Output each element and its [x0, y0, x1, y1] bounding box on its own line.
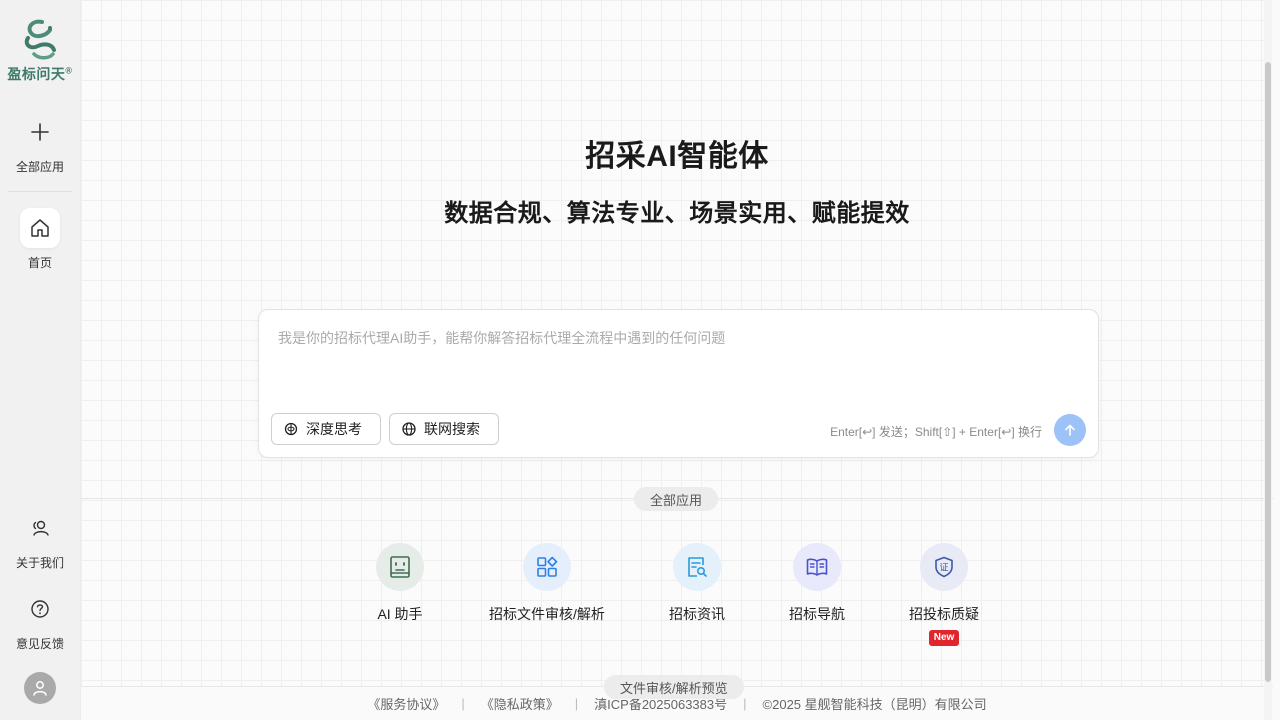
app-label: 招标文件审核/解析: [489, 606, 605, 622]
web-search-label: 联网搜索: [424, 421, 480, 437]
all-apps-section-label: 全部应用: [634, 487, 719, 511]
sidebar-item-label: 意见反馈: [15, 637, 64, 651]
home-icon: [31, 219, 49, 237]
app-bid-news[interactable]: 招标资讯: [669, 543, 725, 624]
new-badge: New: [928, 630, 960, 646]
footer-separator: |: [461, 696, 465, 711]
sidebar-item-all-apps[interactable]: 全部应用: [16, 112, 64, 175]
sidebar-item-label: 关于我们: [15, 556, 64, 570]
footer-separator: |: [574, 696, 579, 711]
plus-icon: [31, 123, 49, 141]
chat-input[interactable]: [278, 328, 1078, 408]
svg-text:证: 证: [939, 563, 948, 574]
doc-search-icon: [688, 557, 707, 577]
app-label: AI 助手: [377, 606, 423, 622]
robot-face-icon: [390, 556, 410, 578]
arrow-up-icon: [1065, 424, 1075, 436]
send-button[interactable]: [1054, 414, 1086, 446]
scrollbar[interactable]: [1264, 0, 1272, 720]
help-circle-icon: [31, 600, 49, 618]
sidebar-item-feedback[interactable]: 意见反馈: [16, 589, 64, 652]
web-search-button[interactable]: 联网搜索: [389, 413, 499, 445]
sidebar-item-label: 首页: [27, 256, 52, 270]
app-bid-navigation[interactable]: 招标导航: [789, 543, 845, 624]
registered-mark: ®: [65, 65, 73, 76]
keyboard-hint: Enter[↩] 发送；Shift[⇧] + Enter[↩] 换行: [830, 425, 1042, 439]
grid-apps-icon: [537, 556, 558, 577]
main-content: 招采AI智能体 数据合规、算法专业、场景实用、赋能提效 深度思考 联网搜索 En…: [80, 0, 1273, 720]
sidebar-divider: [8, 191, 72, 192]
app-ai-assistant[interactable]: AI 助手: [376, 543, 424, 624]
doc-review-preview-tab[interactable]: 文件审核/解析预览: [604, 675, 744, 699]
chat-box: 深度思考 联网搜索 Enter[↩] 发送；Shift[⇧] + Enter[↩…: [258, 309, 1099, 458]
footer-separator: |: [743, 696, 747, 711]
shield-cert-icon: 证: [935, 556, 953, 578]
copyright-text: ©2025 星舰智能科技（昆明）有限公司: [762, 697, 987, 712]
logo[interactable]: 盈标问天®: [7, 18, 72, 84]
app-label: 招投标质疑: [909, 606, 979, 622]
open-book-icon: [806, 558, 828, 576]
app-label: 招标资讯: [669, 606, 725, 622]
page-title: 招采AI智能体: [585, 140, 769, 173]
scrollbar-thumb[interactable]: [1265, 62, 1271, 682]
users-icon: [33, 520, 49, 536]
sidebar-item-label: 全部应用: [15, 160, 64, 174]
avatar[interactable]: [24, 672, 56, 704]
page-subtitle: 数据合规、算法专业、场景实用、赋能提效: [444, 200, 910, 227]
deep-think-label: 深度思考: [306, 421, 362, 437]
sidebar: 盈标问天® 全部应用 首页 关于我们 意见反馈: [0, 0, 80, 720]
user-icon: [33, 681, 47, 696]
app-bid-doc-review[interactable]: 招标文件审核/解析: [489, 543, 605, 624]
logo-text: 盈标问天: [7, 66, 66, 82]
deep-think-button[interactable]: 深度思考: [271, 413, 381, 445]
logo-mark-icon: [24, 19, 56, 60]
app-label: 招标导航: [789, 606, 845, 622]
sidebar-item-about-us[interactable]: 关于我们: [16, 508, 64, 571]
globe-icon: [402, 422, 416, 436]
sidebar-item-home[interactable]: 首页: [20, 208, 60, 271]
deep-think-icon: [284, 422, 298, 436]
app-bid-challenge[interactable]: 证 招投标质疑 New: [909, 543, 979, 646]
service-agreement-link[interactable]: 《服务协议》: [367, 694, 445, 713]
privacy-policy-link[interactable]: 《隐私政策》: [481, 694, 559, 713]
